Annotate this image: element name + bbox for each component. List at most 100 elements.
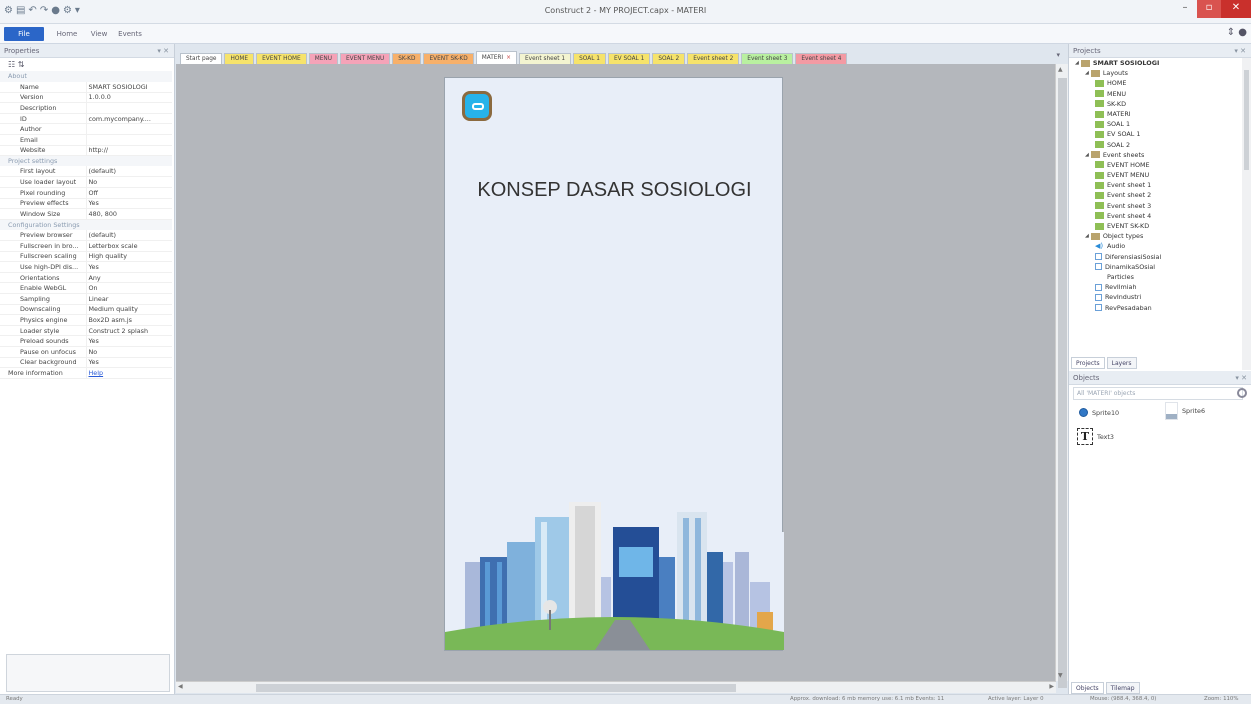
tree-item[interactable]: Event sheet 1 [1069,180,1243,190]
property-value[interactable]: No [85,346,172,358]
property-value[interactable]: 1.0.0.0 [85,92,172,104]
text3-object[interactable]: KONSEP DASAR SOSIOLOGI [445,179,784,202]
objects-filter-icon[interactable] [1237,388,1247,398]
tree-item[interactable]: RevIlmiah [1069,282,1243,292]
property-value[interactable] [85,134,172,146]
document-tab[interactable]: Event sheet 3 [741,53,794,64]
help-link[interactable]: Help [85,367,172,379]
tree-item[interactable]: RevPesadaban [1069,303,1243,313]
tabs-dropdown-icon[interactable]: ▾ [1056,51,1060,59]
property-row[interactable]: Clear background Yes [0,357,172,369]
document-tab[interactable]: MATERI × [475,51,518,64]
layout-canvas[interactable]: KONSEP DASAR SOSIOLOGI [444,77,784,651]
property-section[interactable]: About [0,71,172,82]
property-value[interactable]: Yes [85,335,172,347]
object-text3[interactable]: T Text3 [1077,428,1114,445]
property-value[interactable]: Linear [85,293,172,305]
property-row[interactable]: Fullscreen scaling High quality [0,251,172,263]
project-tree-scrollbar[interactable] [1242,58,1251,370]
property-row[interactable]: Email [0,134,172,146]
city-background-image[interactable] [445,492,784,650]
property-row[interactable]: Preview browser (default) [0,229,172,241]
tree-item[interactable]: SOAL 2 [1069,140,1243,150]
property-value[interactable]: (default) [85,166,172,178]
categorized-icon[interactable]: ☷ [8,60,15,69]
subtab-tilemap[interactable]: Tilemap [1105,682,1140,694]
property-row[interactable]: First layout (default) [0,166,172,178]
tree-item[interactable]: EVENT SK-KD [1069,221,1243,231]
document-tab[interactable]: EVENT HOME [256,53,307,64]
tree-item[interactable]: DiferensiasiSosial [1069,252,1243,262]
pin-icon[interactable]: ▾ ✕ [157,44,169,58]
objects-pin-icon[interactable]: ▾ ✕ [1235,371,1247,385]
layout-view[interactable]: KONSEP DASAR SOSIOLOGI [176,64,1055,681]
subtab-projects[interactable]: Projects [1071,357,1105,369]
tree-item[interactable]: MATERI [1069,109,1243,119]
document-tab[interactable]: SOAL 2 [652,53,686,64]
expand-icon[interactable]: ◢ [1075,58,1079,68]
document-tab[interactable]: HOME [224,53,255,64]
tree-item[interactable]: Event sheet 3 [1069,201,1243,211]
horizontal-scroll-thumb[interactable] [256,684,736,692]
vertical-scroll-thumb[interactable] [1058,78,1067,688]
close-tab-icon[interactable]: × [506,55,511,61]
property-row[interactable]: Window Size 480, 800 [0,208,172,220]
property-row[interactable]: Enable WebGL On [0,282,172,294]
property-row[interactable]: Preload sounds Yes [0,335,172,347]
property-value[interactable]: Construct 2 splash [85,325,172,337]
document-tab[interactable]: EV SOAL 1 [607,53,651,64]
tab-view[interactable]: View [86,27,112,41]
project-tree-scroll-thumb[interactable] [1244,70,1249,170]
tree-item[interactable]: MENU [1069,89,1243,99]
property-section[interactable]: Configuration Settings [0,219,172,230]
tab-home[interactable]: Home [52,27,82,41]
property-value[interactable]: Yes [85,357,172,369]
expand-icon[interactable]: ◢ [1085,231,1089,241]
scroll-right-icon[interactable]: ▶ [1049,683,1054,690]
property-value[interactable]: com.mycompany.... [85,113,172,125]
property-value[interactable]: On [85,282,172,294]
property-row[interactable]: Version 1.0.0.0 [0,92,172,104]
property-value[interactable]: Off [85,187,172,199]
property-value[interactable]: High quality [85,251,172,263]
document-tab[interactable]: MENU [308,53,338,64]
tree-item[interactable]: EVENT HOME [1069,160,1243,170]
property-value[interactable]: Any [85,272,172,284]
property-row[interactable]: Description [0,102,172,114]
property-value[interactable]: Letterbox scale [85,240,172,252]
sort-az-icon[interactable]: ⇅ [18,60,25,69]
tree-item[interactable]: Event sheet 4 [1069,211,1243,221]
tree-item[interactable]: ◢ Layouts [1069,68,1243,78]
property-value[interactable]: http:// [85,145,172,157]
property-value[interactable]: Box2D asm.js [85,314,172,326]
property-row[interactable]: Downscaling Medium quality [0,304,172,316]
property-value[interactable]: No [85,176,172,189]
object-sprite6[interactable]: Sprite6 [1165,402,1205,420]
document-tab[interactable]: SOAL 1 [573,53,606,64]
close-button[interactable]: ✕ [1221,0,1251,18]
property-row[interactable]: Use high-DPI dis... Yes [0,261,172,273]
minimize-button[interactable]: – [1173,0,1197,18]
tree-item[interactable]: ◀) Audio [1069,241,1243,251]
tab-events[interactable]: Events [114,27,146,41]
property-row[interactable]: Name SMART SOSIOLOGI [0,81,172,93]
tab-file[interactable]: File [4,27,44,41]
document-tab[interactable]: Start page [180,53,223,64]
property-section[interactable]: Project settings [0,155,172,167]
subtab-objects[interactable]: Objects [1071,682,1104,694]
tree-item[interactable]: RevIndustri [1069,292,1243,302]
document-tab[interactable]: EVENT MENU [339,53,391,64]
property-row[interactable]: Website http:// [0,145,172,157]
document-tab[interactable]: SK-KD [392,53,422,64]
property-value[interactable] [85,123,172,136]
expand-icon[interactable]: ◢ [1085,68,1089,78]
property-row[interactable]: Physics engine Box2D asm.js [0,314,172,326]
expand-icon[interactable]: ◢ [1085,150,1089,160]
tree-item[interactable]: ◢ Event sheets [1069,150,1243,160]
tree-item[interactable]: SK-KD [1069,99,1243,109]
property-value[interactable]: Yes [85,198,172,210]
tree-item[interactable]: Event sheet 2 [1069,190,1243,200]
property-row[interactable]: Loader style Construct 2 splash [0,325,172,337]
layout-vertical-scrollbar[interactable]: ▲ ▼ [1055,64,1068,688]
document-tab[interactable]: Event sheet 1 [519,53,572,64]
